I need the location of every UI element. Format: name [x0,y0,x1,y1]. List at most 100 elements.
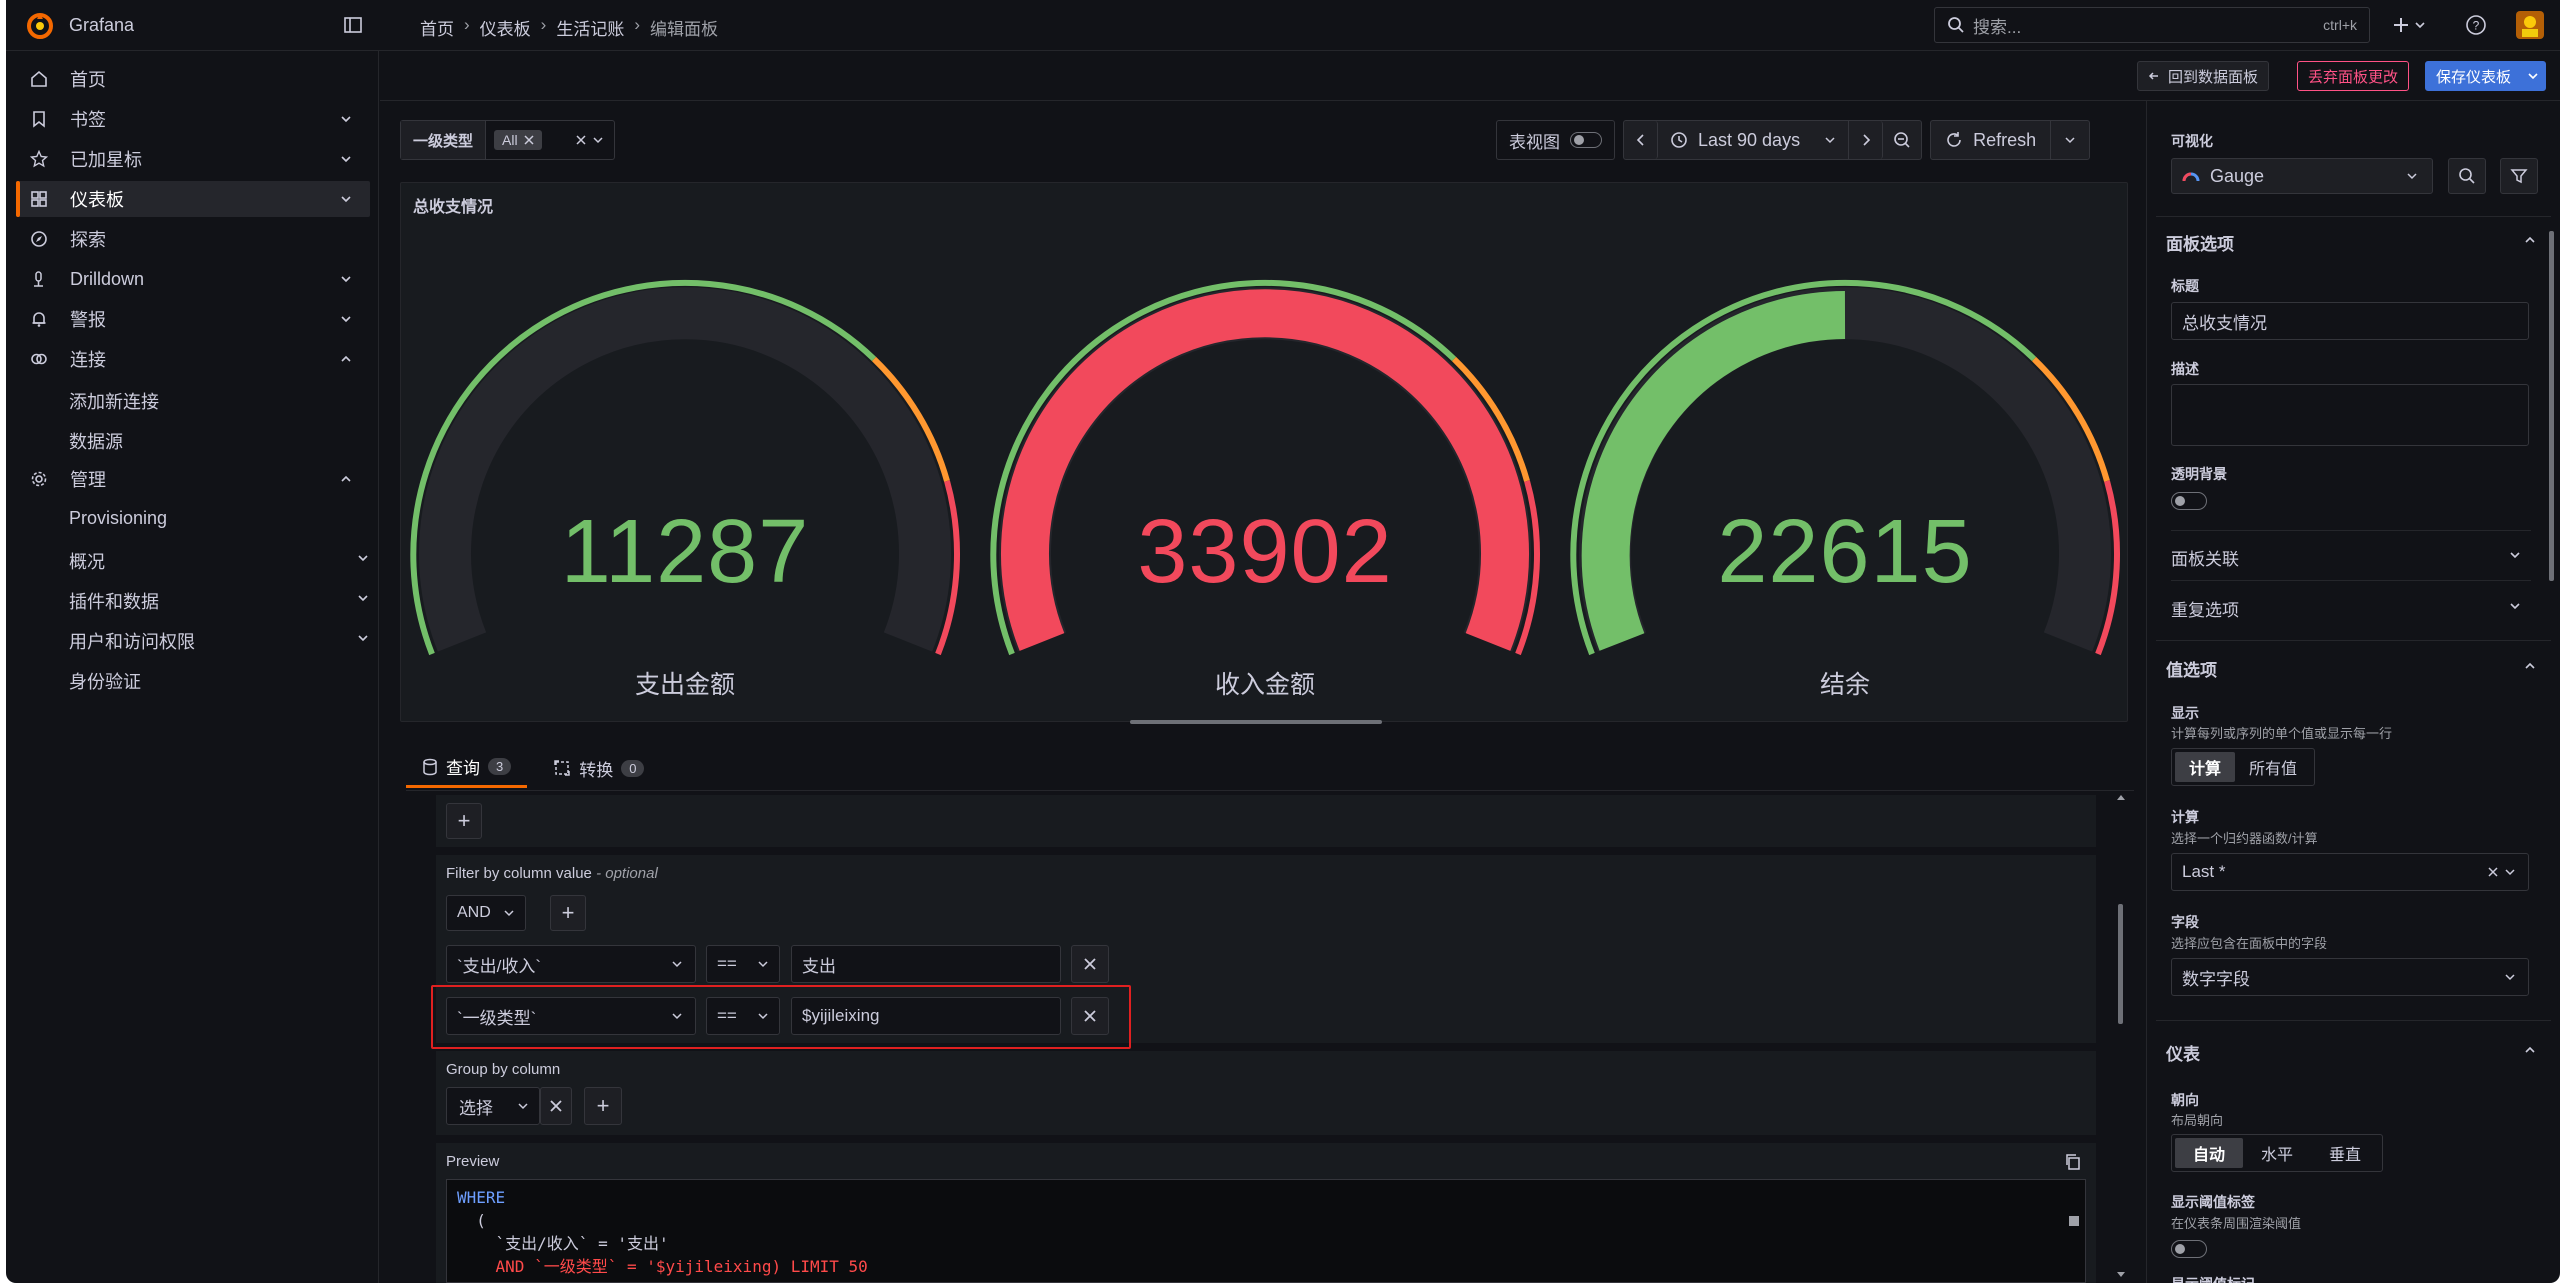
add-group-button[interactable]: + [584,1087,622,1125]
breadcrumb-separator: › [464,15,470,34]
sidebar-subitem-users[interactable]: 用户和访问权限 [69,628,369,654]
scroll-up-icon[interactable] [2117,794,2125,802]
filter-column-select[interactable]: `一级类型` [446,997,696,1035]
gauge-3-value: 22615 [1717,502,1973,602]
filter-value-input[interactable]: 支出 [791,945,1061,983]
preview-title: Preview [446,1153,500,1170]
sidebar-item-connections[interactable]: 连接 [16,341,370,377]
description-textarea[interactable] [2171,384,2529,446]
panel-options-header[interactable]: 面板选项 [2166,230,2536,255]
breadcrumb-home[interactable]: 首页 [420,15,454,40]
sidebar-item-drilldown[interactable]: Drilldown [16,261,370,297]
filter-value-input[interactable]: $yijileixing [791,997,1061,1035]
transparent-toggle[interactable] [2171,492,2207,510]
resize-grip-icon[interactable] [2069,1216,2079,1226]
title-input[interactable]: 总收支情况 [2171,302,2529,340]
sidebar-item-administration[interactable]: 管理 [16,461,370,497]
sidebar-subitem-datasources[interactable]: 数据源 [69,428,123,454]
filter-operator-select[interactable]: AND [446,895,526,931]
breadcrumb-dashboard[interactable]: 生活记账 [556,15,624,40]
table-view-toggle[interactable]: 表视图 [1496,120,1615,160]
refresh-button[interactable]: Refresh [1931,121,2052,159]
chevron-down-icon[interactable] [340,193,352,205]
sidebar-item-explore[interactable]: 探索 [16,221,370,257]
add-new-icon[interactable] [2392,14,2428,36]
orientation-horizontal-option[interactable]: 水平 [2243,1138,2311,1168]
search-box[interactable]: 搜索... ctrl+k [1934,7,2370,43]
chevron-up-icon[interactable] [340,353,352,365]
scroll-down-icon[interactable] [2117,1270,2125,1278]
back-label: 回到数据面板 [2168,68,2259,86]
sidebar-item-bookmarks[interactable]: 书签 [16,101,370,137]
threshold-labels-toggle[interactable] [2171,1240,2207,1258]
copy-icon[interactable] [2064,1153,2082,1171]
chevron-down-icon[interactable] [2527,70,2539,82]
sql-preview[interactable]: WHERE ( `支出/收入` = '支出' AND `一级类型` = '$yi… [446,1179,2086,1283]
sidebar-item-starred[interactable]: 已加星标 [16,141,370,177]
chevron-down-icon[interactable] [340,273,352,285]
avatar[interactable] [2516,11,2544,39]
tab-queries[interactable]: 查询 3 [406,748,528,788]
remove-filter-button[interactable] [1071,997,1109,1035]
close-icon[interactable] [524,135,534,145]
repeat-options-header[interactable]: 重复选项 [2171,596,2531,621]
chevron-down-icon[interactable] [340,153,352,165]
filter-options-button[interactable] [2500,158,2538,194]
filter-operator-select[interactable]: == [706,945,780,983]
refresh-interval-dropdown[interactable] [2051,121,2090,159]
filter-operator-select[interactable]: == [706,997,780,1035]
filter-column-select[interactable]: `支出/收入` [446,945,696,983]
show-calculate-option[interactable]: 计算 [2175,752,2236,782]
search-options-button[interactable] [2448,158,2486,194]
field-select[interactable]: 数字字段 [2171,958,2529,996]
group-by-select[interactable]: 选择 [446,1087,540,1125]
resize-handle[interactable] [1130,720,1382,724]
gauge-panel[interactable]: 总收支情况 11287 支出金额 33902 收入金额 22615 结余 [400,182,2128,722]
discard-changes-button[interactable]: 丢弃面板更改 [2297,61,2410,91]
breadcrumb-dashboards[interactable]: 仪表板 [480,15,531,40]
orientation-vertical-option[interactable]: 垂直 [2311,1138,2379,1168]
chevron-down-icon[interactable] [592,134,604,146]
compass-icon [22,230,56,248]
clear-icon[interactable] [576,135,586,145]
chevron-down-icon[interactable] [340,113,352,125]
help-icon[interactable]: ? [2465,14,2487,36]
sidebar-subitem-general[interactable]: 概况 [69,548,369,574]
sidebar-subitem-plugins[interactable]: 插件和数据 [69,588,369,614]
sidebar-item-dashboards[interactable]: 仪表板 [16,181,370,217]
calc-select[interactable]: Last * [2171,853,2529,891]
panel-links-header[interactable]: 面板关联 [2171,545,2531,570]
save-dashboard-button[interactable]: 保存仪表板 [2425,61,2547,91]
show-all-values-option[interactable]: 所有值 [2235,752,2311,782]
sidebar-subitem-provisioning[interactable]: Provisioning [69,508,167,529]
time-back-button[interactable] [1624,121,1658,159]
tab-transformations[interactable]: 转换 0 [537,748,660,788]
query-scrollbar[interactable] [2116,794,2126,1281]
chevron-up-icon[interactable] [340,473,352,485]
zoom-out-button[interactable] [1883,121,1922,159]
scroll-thumb[interactable] [2118,904,2123,1024]
chevron-down-icon[interactable] [340,313,352,325]
clear-icon[interactable] [2488,867,2498,877]
time-forward-button[interactable] [1849,121,1884,159]
back-to-dashboard-button[interactable]: 回到数据面板 [2137,61,2270,91]
variable-chip[interactable]: All [494,130,542,150]
orientation-auto-option[interactable]: 自动 [2175,1138,2244,1168]
remove-group-button[interactable] [540,1087,572,1125]
sidebar-item-alerting[interactable]: 警报 [16,301,370,337]
value-options-header[interactable]: 值选项 [2166,656,2536,681]
time-range-picker[interactable]: Last 90 days [1658,121,1850,159]
sidebar-item-home[interactable]: 首页 [16,61,370,97]
toggle-switch[interactable] [1570,132,1602,148]
sidebar-subitem-add-connection[interactable]: 添加新连接 [69,388,159,414]
dock-menu-icon[interactable] [343,15,363,35]
remove-filter-button[interactable] [1071,945,1109,983]
filter-optional: - optional [596,865,658,882]
add-button[interactable]: + [446,803,482,839]
viz-picker[interactable]: Gauge [2171,158,2433,194]
grafana-logo-icon[interactable] [26,12,54,40]
sidebar-subitem-auth[interactable]: 身份验证 [69,668,141,694]
gauge-options-header[interactable]: 仪表 [2166,1040,2536,1065]
variable-select[interactable]: All [486,121,614,159]
add-filter-button[interactable]: + [550,895,586,931]
